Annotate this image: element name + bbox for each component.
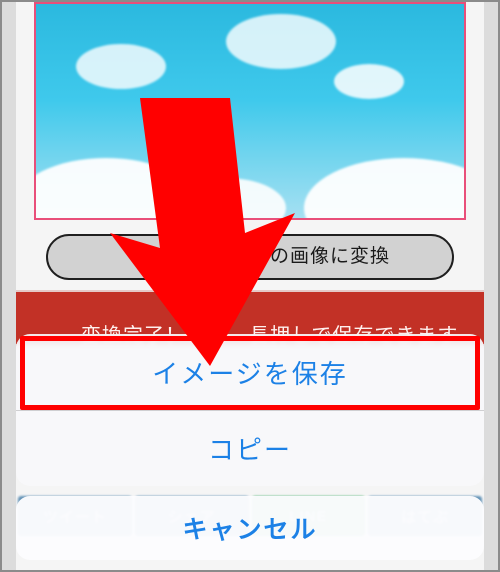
action-sheet-overlay: イメージを保存 コピー キャンセル [4,2,496,570]
app-frame: の画像に変換 変換完了！ 長押しで保存できます ツイート シェア LINE はて… [0,0,500,572]
action-sheet: イメージを保存 コピー キャンセル [16,334,484,560]
copy-action[interactable]: コピー [16,410,484,486]
action-sheet-group: イメージを保存 コピー [16,334,484,486]
save-image-label: イメージを保存 [152,354,347,391]
copy-label: コピー [208,430,292,467]
save-image-action[interactable]: イメージを保存 [16,334,484,410]
cancel-label: キャンセル [182,510,317,546]
cancel-action[interactable]: キャンセル [16,496,484,560]
